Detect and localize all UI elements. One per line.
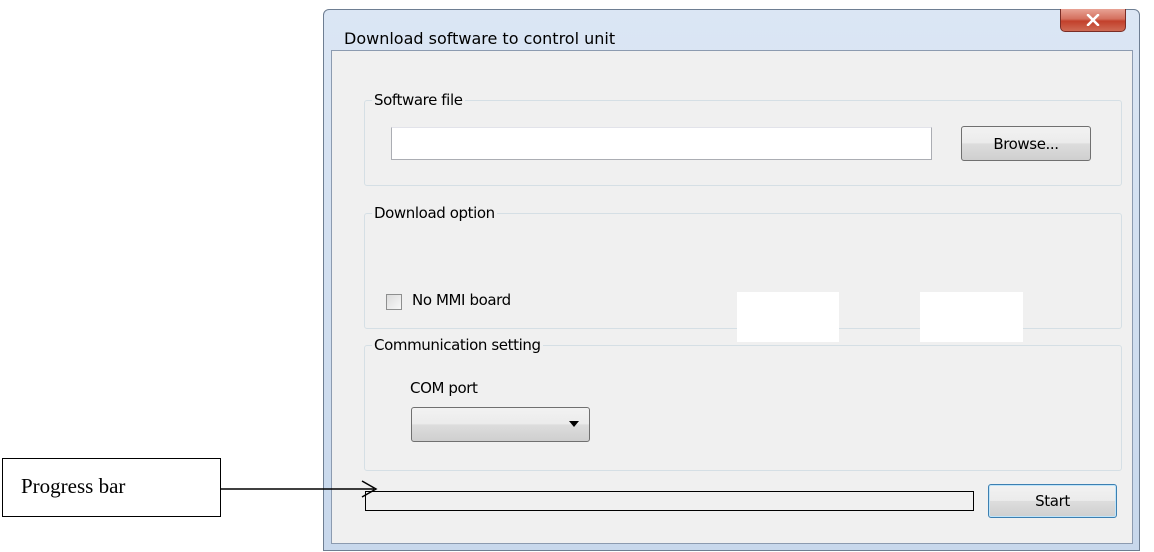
title-bar[interactable]: Download software to control unit xyxy=(324,9,1139,50)
arrow-right-icon xyxy=(221,480,378,498)
blank-patch xyxy=(920,292,1023,342)
blank-patch xyxy=(737,292,839,342)
progress-bar xyxy=(365,491,974,511)
chevron-down-icon xyxy=(569,421,579,427)
com-port-dropdown[interactable] xyxy=(411,407,590,442)
download-dialog: Download software to control unit Softwa… xyxy=(323,9,1140,551)
close-x-icon xyxy=(1086,14,1100,26)
software-file-path-input[interactable] xyxy=(391,127,932,160)
no-mmi-board-label[interactable]: No MMI board xyxy=(412,291,511,309)
browse-button[interactable]: Browse... xyxy=(961,126,1091,161)
dialog-client-area: Software file Browse... Download option … xyxy=(331,50,1133,544)
start-button[interactable]: Start xyxy=(988,484,1117,518)
close-button[interactable] xyxy=(1060,9,1126,32)
com-port-label: COM port xyxy=(410,379,478,397)
